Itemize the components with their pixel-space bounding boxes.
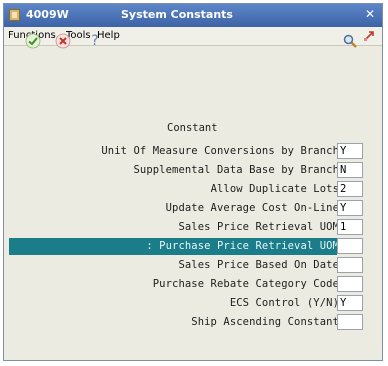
- title-bar[interactable]: 4009W System Constants ✕: [4, 4, 382, 27]
- help-icon[interactable]: ?: [87, 33, 103, 49]
- duplicate-lots-field[interactable]: 2: [337, 181, 363, 197]
- purchase-rebate-field[interactable]: [337, 276, 363, 292]
- toolbar: [4, 46, 382, 78]
- cancel-icon[interactable]: [55, 33, 71, 49]
- field-label: Supplemental Data Base by Branch: [133, 164, 339, 176]
- row-average-cost: Update Average Cost On-Line Y: [9, 200, 369, 218]
- app-icon: [9, 9, 20, 21]
- average-cost-field[interactable]: Y: [337, 200, 363, 216]
- sales-price-date-field[interactable]: [337, 257, 363, 273]
- exit-icon[interactable]: [362, 29, 376, 43]
- uom-conversions-field[interactable]: Y: [337, 143, 363, 159]
- field-label: Sales Price Based On Date: [178, 259, 339, 271]
- field-label: Sales Price Retrieval UOM: [178, 221, 339, 233]
- field-label: Allow Duplicate Lots: [210, 183, 339, 195]
- check-icon[interactable]: [25, 33, 41, 49]
- field-label: Ship Ascending Constant: [191, 316, 339, 328]
- constants-form: Constant Unit Of Measure Conversions by …: [9, 111, 377, 357]
- ecs-control-field[interactable]: Y: [337, 295, 363, 311]
- section-title: Constant: [167, 122, 218, 134]
- sales-price-uom-field[interactable]: 1: [337, 219, 363, 235]
- system-constants-window: 4009W System Constants ✕ Functions Tools…: [3, 3, 383, 361]
- ship-ascending-field[interactable]: [337, 314, 363, 330]
- field-label: Unit Of Measure Conversions by Branch: [101, 145, 339, 157]
- field-label: Purchase Rebate Category Code: [152, 278, 339, 290]
- field-label: Update Average Cost On-Line: [165, 202, 339, 214]
- purchase-price-uom-field[interactable]: [337, 238, 363, 254]
- row-sales-price-date: Sales Price Based On Date: [9, 257, 369, 275]
- row-purchase-price-uom: : Purchase Price Retrieval UOM: [9, 238, 369, 256]
- row-ship-ascending: Ship Ascending Constant: [9, 314, 369, 332]
- field-label: : Purchase Price Retrieval UOM: [146, 240, 339, 252]
- window-title: System Constants: [121, 8, 233, 21]
- close-icon[interactable]: ✕: [363, 7, 377, 22]
- window-code: 4009W: [26, 8, 69, 21]
- supplemental-data-field[interactable]: N: [337, 162, 363, 178]
- magnifier-icon[interactable]: [342, 33, 358, 49]
- row-purchase-rebate: Purchase Rebate Category Code: [9, 276, 369, 294]
- row-duplicate-lots: Allow Duplicate Lots 2: [9, 181, 369, 199]
- row-uom-conversions: Unit Of Measure Conversions by Branch Y: [9, 143, 369, 161]
- row-sales-price-uom: Sales Price Retrieval UOM 1: [9, 219, 369, 237]
- field-label: ECS Control (Y/N): [229, 297, 339, 309]
- row-supplemental-data: Supplemental Data Base by Branch N: [9, 162, 369, 180]
- row-ecs-control: ECS Control (Y/N) Y: [9, 295, 369, 313]
